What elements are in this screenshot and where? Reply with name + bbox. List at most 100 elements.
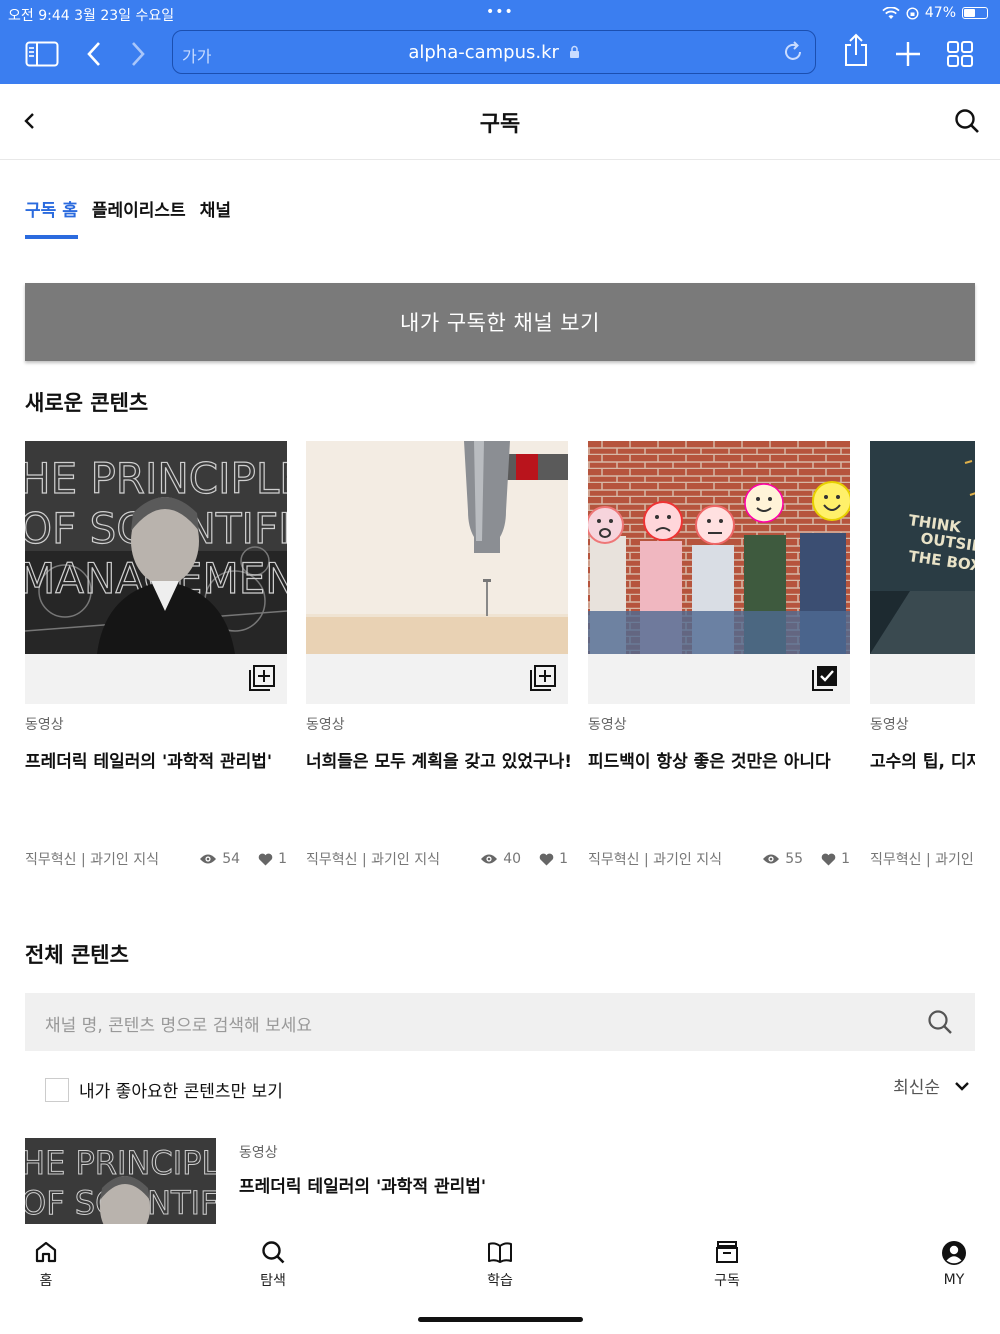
reload-icon[interactable] — [781, 40, 805, 68]
view-count: 54 — [199, 851, 240, 867]
card-category: 직무혁신 | 과기인 지식 — [588, 852, 722, 868]
address-bar[interactable]: 가가 alpha-campus.kr — [172, 30, 816, 74]
nav-my-label: MY — [943, 1272, 965, 1288]
nav-explore-label: 탐색 — [260, 1273, 286, 1289]
card-thumb-bar — [588, 654, 850, 704]
card-kind: 동영상 — [25, 717, 64, 733]
heart-icon — [821, 853, 836, 865]
card-thumb-bar — [25, 654, 287, 704]
tab-subscribe-home[interactable]: 구독 홈 — [25, 196, 78, 239]
like-count-value: 1 — [278, 851, 287, 867]
heart-icon — [258, 853, 273, 865]
playlist-add-icon[interactable] — [530, 665, 556, 695]
view-count-value: 55 — [785, 851, 804, 867]
tab-playlist[interactable]: 플레이리스트 — [92, 196, 186, 239]
svg-text:HE PRINCIPLES: HE PRINCIPLES — [25, 1144, 216, 1182]
sort-label: 최신순 — [893, 1078, 940, 1098]
home-indicator — [418, 1317, 583, 1322]
new-content-title: 새로운 콘텐츠 — [25, 391, 149, 415]
nav-learning-label: 학습 — [487, 1273, 513, 1289]
view-count-value: 40 — [503, 851, 522, 867]
card-title[interactable]: 너희들은 모두 계획을 갖고 있었구나! — [306, 747, 572, 772]
view-count: 55 — [762, 851, 803, 867]
list-kind: 동영상 — [239, 1145, 278, 1161]
url-text: alpha-campus.kr — [408, 42, 559, 63]
chevron-down-icon — [955, 1081, 969, 1091]
like-count: 1 — [258, 851, 287, 867]
user-icon — [942, 1241, 966, 1265]
orientation-lock-icon — [906, 6, 919, 20]
card-thumbnail: HE PRINCIPLES OF SCIENTIFIC MANAGEMENT — [25, 441, 287, 654]
search-icon — [262, 1241, 285, 1264]
list-item[interactable]: HE PRINCIPLES OF SCIENTIFIC 동영상 프레더릭 테일러… — [25, 1138, 975, 1224]
playlist-added-icon[interactable] — [812, 665, 838, 695]
search-icon[interactable] — [954, 108, 980, 138]
status-bar: 오전 9:44 3월 23일 수요일 ••• 47% — [0, 3, 1000, 24]
like-count: 1 — [539, 851, 568, 867]
card-category: 직무혁신 | 과기인 지식 — [306, 852, 440, 868]
eye-icon — [763, 854, 780, 864]
forward-arrow-icon[interactable] — [118, 34, 158, 74]
sort-dropdown[interactable]: 최신순 — [893, 1073, 970, 1098]
search-icon[interactable] — [927, 1009, 953, 1039]
card-kind: 동영상 — [870, 717, 909, 733]
eye-icon — [200, 854, 217, 864]
card-title[interactable]: 프레더릭 테일러의 '과학적 관리법' — [25, 747, 287, 772]
search-input[interactable]: 채널 명, 콘텐츠 명으로 검색해 보세요 — [45, 1011, 312, 1036]
app-header: 구독 — [0, 84, 1000, 160]
tab-channel[interactable]: 채널 — [200, 196, 231, 239]
back-arrow-icon[interactable] — [74, 34, 114, 74]
lock-icon — [569, 45, 579, 58]
new-tab-icon[interactable] — [888, 34, 928, 74]
card-thumbnail — [588, 441, 850, 654]
card-thumb-bar — [870, 654, 975, 704]
new-content-carousel[interactable]: HE PRINCIPLES OF SCIENTIFIC MANAGEMENT 동… — [25, 441, 975, 881]
card-title[interactable]: 고수의 팁, 디자 — [870, 747, 975, 772]
share-icon[interactable] — [836, 30, 876, 70]
content-card[interactable]: 동영상 너희들은 모두 계획을 갖고 있었구나! 직무혁신 | 과기인 지식 4… — [306, 441, 572, 868]
status-right: 47% — [882, 5, 988, 21]
my-subscribed-channels-button[interactable]: 내가 구독한 채널 보기 — [25, 283, 975, 361]
card-thumbnail: THINK OUTSIDE THE BOX — [870, 441, 975, 654]
book-icon — [488, 1242, 512, 1263]
like-count: 1 — [821, 851, 850, 867]
liked-only-filter[interactable]: 내가 좋아요한 콘텐츠만 보기 — [45, 1077, 283, 1102]
eye-icon — [481, 854, 498, 864]
card-thumb-bar — [306, 654, 568, 704]
card-meta: 직무혁신 | 과기인 지식 54 1 — [25, 849, 287, 869]
content-card[interactable]: 동영상 피드백이 항상 좋은 것만은 아니다 직무혁신 | 과기인 지식 55 … — [588, 441, 850, 868]
page-title: 구독 — [479, 112, 521, 137]
sidebar-icon[interactable] — [22, 34, 62, 74]
archive-icon — [716, 1241, 738, 1263]
content-card[interactable]: THINK OUTSIDE THE BOX 동영상 고수의 팁, 디자 직무혁신… — [870, 441, 975, 868]
card-meta: 직무혁신 | 과기인 지식 55 1 — [588, 849, 850, 869]
card-category: 직무혁신 | 과기인 지식 — [25, 852, 159, 868]
playlist-add-icon[interactable] — [249, 665, 275, 695]
nav-subscribe-label: 구독 — [714, 1273, 740, 1289]
wifi-icon — [882, 6, 900, 19]
heart-icon — [539, 853, 554, 865]
nav-explore[interactable]: 탐색 — [233, 1240, 313, 1290]
view-count: 40 — [480, 851, 521, 867]
tabs-overview-icon[interactable] — [940, 34, 980, 74]
nav-learning[interactable]: 학습 — [460, 1240, 540, 1290]
nav-home[interactable]: 홈 — [6, 1240, 86, 1290]
battery-icon — [962, 7, 988, 19]
address-url: alpha-campus.kr — [173, 42, 815, 63]
like-count-value: 1 — [841, 851, 850, 867]
all-content-title: 전체 콘텐츠 — [25, 943, 129, 967]
content-search-bar[interactable]: 채널 명, 콘텐츠 명으로 검색해 보세요 — [25, 993, 975, 1051]
nav-home-label: 홈 — [39, 1273, 53, 1289]
card-kind: 동영상 — [306, 717, 345, 733]
nav-subscribe[interactable]: 구독 — [687, 1240, 767, 1290]
nav-my[interactable]: MY — [914, 1240, 994, 1288]
home-icon — [35, 1241, 57, 1263]
list-title[interactable]: 프레더릭 테일러의 '과학적 관리법' — [239, 1172, 486, 1197]
content-card[interactable]: HE PRINCIPLES OF SCIENTIFIC MANAGEMENT 동… — [25, 441, 287, 868]
liked-only-label: 내가 좋아요한 콘텐츠만 보기 — [79, 1082, 283, 1102]
card-title[interactable]: 피드백이 항상 좋은 것만은 아니다 — [588, 747, 850, 772]
multitask-dots[interactable]: ••• — [486, 4, 514, 20]
status-time: 오전 9:44 3월 23일 수요일 — [8, 8, 175, 24]
card-thumbnail — [306, 441, 568, 654]
liked-only-checkbox[interactable] — [45, 1077, 69, 1102]
